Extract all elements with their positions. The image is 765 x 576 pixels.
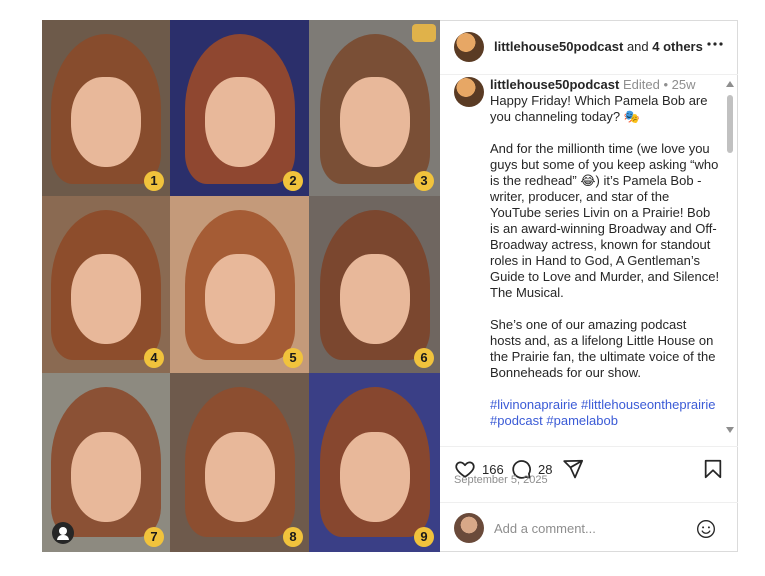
and-text: and [626,39,649,54]
user-tag-icon[interactable] [52,522,74,544]
photo-8[interactable]: 8 [170,373,309,552]
badge-9: 9 [414,527,434,547]
caption-paragraph-3: She’s one of our amazing podcast hosts a… [490,317,716,380]
photo-9[interactable]: 9 [309,373,440,552]
scroll-up-icon[interactable] [726,81,734,87]
badge-6: 6 [414,348,434,368]
photo-face [204,253,275,344]
photo-face [339,431,410,522]
post-date[interactable]: September 5, 2025 [454,474,548,486]
photo-face [204,77,275,168]
badge-2: 2 [283,171,303,191]
avatar[interactable] [454,32,484,62]
caption-scrollbar[interactable] [726,81,734,433]
photo-7[interactable]: 7 [42,373,170,552]
badge-3: 3 [414,171,434,191]
scroll-down-icon[interactable] [726,427,734,433]
comment-input[interactable] [494,521,684,536]
photo-6[interactable]: 6 [309,196,440,373]
bookmark-icon [704,459,722,479]
photo-grid[interactable]: 1 2 3 4 5 6 7 8 9 [42,20,440,552]
badge-1: 1 [144,171,164,191]
save-button[interactable] [702,458,724,480]
badge-8: 8 [283,527,303,547]
photo-face [204,431,275,522]
caption-avatar[interactable] [454,77,484,107]
author-username[interactable]: littlehouse50podcast [494,39,623,54]
share-icon [563,459,584,479]
badge-7: 7 [144,527,164,547]
others-link[interactable]: 4 others [652,39,703,54]
scroll-thumb[interactable] [727,95,733,153]
photo-face [71,431,141,522]
post-side-panel: littlehouse50podcast and 4 others little… [440,20,738,552]
podcast-logo-icon [412,24,436,42]
photo-4[interactable]: 4 [42,196,170,373]
more-icon [707,42,723,46]
emoji-icon [697,520,715,538]
edited-label: Edited [622,77,660,92]
badge-5: 5 [283,348,303,368]
caption-scroll-area[interactable]: littlehouse50podcast Edited • 25w Happy … [440,75,738,447]
photo-2[interactable]: 2 [170,20,309,196]
more-options-button[interactable] [706,35,724,58]
emoji-button[interactable] [696,519,716,544]
photo-face [71,253,141,344]
photo-5[interactable]: 5 [170,196,309,373]
photo-face [339,77,410,168]
photo-face [339,253,410,344]
meta-dot: • [663,77,668,92]
caption-paragraph-1: Happy Friday! Which Pamela Bob are you c… [490,93,708,124]
photo-1[interactable]: 1 [42,20,170,196]
comment-composer [440,502,738,553]
post-header: littlehouse50podcast and 4 others [440,20,738,75]
caption-text: littlehouse50podcast Edited • 25w Happy … [490,77,720,445]
caption-hashtags[interactable]: #livinonaprairie #littlehouseontheprairi… [490,397,720,429]
photo-3[interactable]: 3 [309,20,440,196]
photo-face [71,77,141,168]
viewer-avatar [454,513,484,543]
caption-username[interactable]: littlehouse50podcast [490,77,619,92]
badge-4: 4 [144,348,164,368]
post-authors: littlehouse50podcast and 4 others [494,39,703,54]
caption-paragraph-2: And for the millionth time (we love you … [490,141,720,300]
post-age[interactable]: 25w [672,77,696,92]
share-button[interactable] [562,458,584,480]
